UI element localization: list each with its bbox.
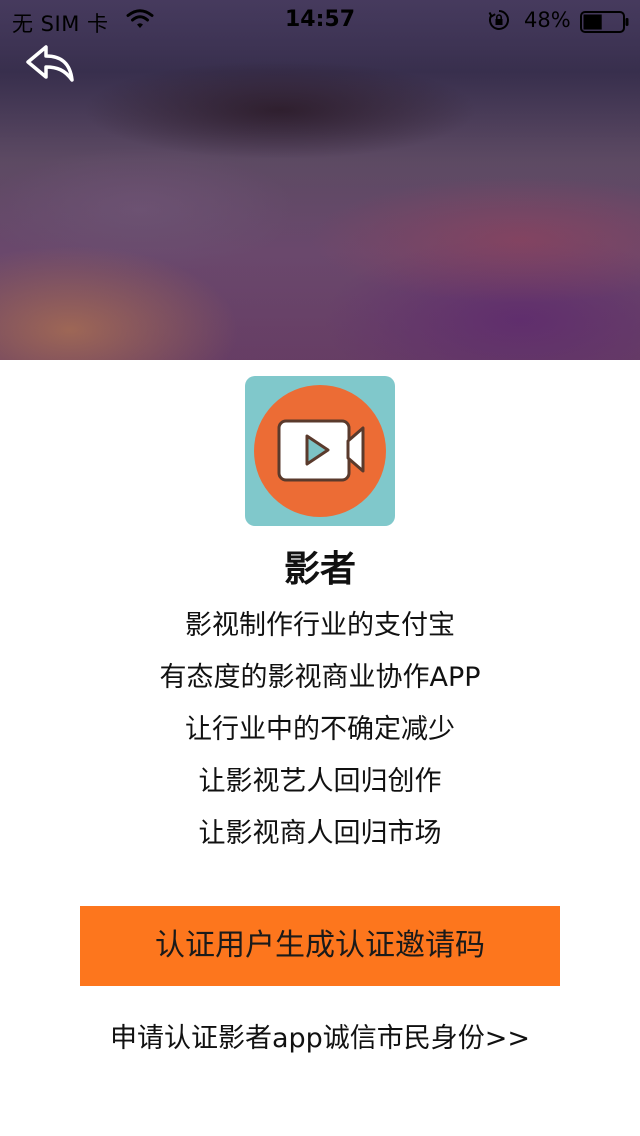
slogan-item: 让行业中的不确定减少 xyxy=(185,714,455,745)
slogan-list: 影视制作行业的支付宝 有态度的影视商业协作APP 让行业中的不确定减少 让影视艺… xyxy=(0,600,640,860)
video-camera-play-icon xyxy=(254,385,386,517)
app-name: 影者 xyxy=(283,549,356,590)
apply-certification-link[interactable]: 申请认证影者app诚信市民身份>> xyxy=(0,1016,640,1055)
rotation-lock-icon xyxy=(488,10,509,30)
slogan-item: 影视制作行业的支付宝 xyxy=(185,610,455,641)
app-icon xyxy=(245,376,395,526)
slogan-item: 让影视艺人回归创作 xyxy=(198,766,442,797)
battery-percent: 48% xyxy=(524,8,571,32)
status-bar: 无 SIM 卡 14:57 48% xyxy=(0,0,640,40)
slogan-item: 让影视商人回归市场 xyxy=(198,818,442,849)
header-banner xyxy=(0,0,640,360)
generate-invite-code-button[interactable]: 认证用户生成认证邀请码 xyxy=(80,906,560,986)
back-arrow-icon xyxy=(26,45,74,82)
slogan-item: 有态度的影视商业协作APP xyxy=(159,662,481,693)
battery-icon xyxy=(580,11,629,33)
back-button[interactable] xyxy=(24,42,76,88)
